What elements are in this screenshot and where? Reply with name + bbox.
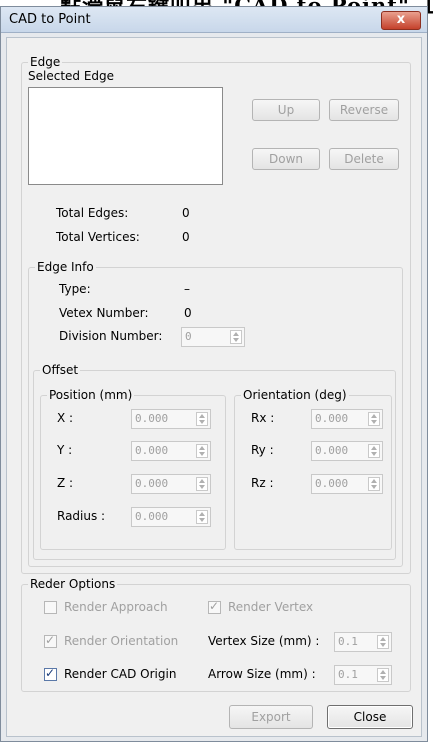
dialog-client-area: Edge Selected Edge Up Reverse Down Delet… [6, 37, 422, 737]
spinner-arrows-icon[interactable] [368, 444, 380, 458]
arrow-size-value: 0.1 [338, 668, 358, 681]
ry-label: Ry : [251, 443, 274, 457]
position-legend: Position (mm) [47, 388, 135, 402]
type-label: Type: [59, 282, 91, 296]
check-icon: ✓ [45, 666, 56, 680]
spinner-arrows-icon[interactable] [196, 510, 208, 524]
reverse-button[interactable]: Reverse [329, 99, 399, 121]
type-value: – [184, 282, 190, 296]
rx-value: 0.000 [315, 412, 349, 425]
division-number-value: 0 [185, 330, 192, 343]
render-vertex-label: Render Vertex [228, 600, 314, 614]
spinner-arrows-icon[interactable] [377, 635, 389, 649]
render-options-group: Reder Options Render Approach ✓ Render V… [21, 577, 411, 692]
title-bar: CAD to Point x [1, 7, 427, 33]
division-number-spinner[interactable]: 0 [181, 327, 245, 347]
edge-group-legend: Edge [28, 55, 63, 69]
ry-spinner[interactable]: 0.000 [311, 441, 383, 461]
x-label: X : [57, 411, 74, 425]
spinner-arrows-icon[interactable] [368, 412, 380, 426]
division-number-label: Division Number: [59, 329, 163, 343]
z-spinner[interactable]: 0.000 [131, 474, 211, 494]
spinner-arrows-icon[interactable] [196, 444, 208, 458]
render-vertex-checkbox[interactable]: ✓ [208, 599, 221, 614]
offset-legend: Offset [40, 363, 81, 377]
spinner-arrows-icon[interactable] [230, 330, 242, 344]
render-options-legend: Reder Options [28, 577, 118, 591]
check-icon: ✓ [45, 633, 56, 647]
vertex-number-value: 0 [184, 306, 192, 320]
x-spinner[interactable]: 0.000 [131, 409, 211, 429]
spinner-arrows-icon[interactable] [377, 668, 389, 682]
total-vertices-value: 0 [182, 230, 190, 244]
y-label: Y : [57, 443, 73, 457]
selected-edge-list[interactable] [28, 87, 223, 185]
radius-value: 0.000 [135, 510, 169, 523]
radius-label: Radius : [57, 509, 106, 523]
vertex-size-spinner[interactable]: 0.1 [334, 632, 392, 652]
window-title: CAD to Point [9, 12, 91, 27]
selected-edge-label: Selected Edge [28, 69, 115, 83]
export-button[interactable]: Export [229, 705, 313, 729]
arrow-size-label: Arrow Size (mm) : [208, 667, 316, 681]
rz-label: Rz : [251, 476, 274, 490]
x-value: 0.000 [135, 412, 169, 425]
rx-spinner[interactable]: 0.000 [311, 409, 383, 429]
close-icon: x [396, 12, 406, 27]
ry-value: 0.000 [315, 444, 349, 457]
orientation-group: Orientation (deg) Rx : 0.000 Ry : 0.000 … [234, 388, 392, 550]
render-cad-origin-label: Render CAD Origin [64, 667, 177, 681]
render-approach-label: Render Approach [64, 600, 168, 614]
delete-button[interactable]: Delete [329, 148, 399, 170]
offset-group: Offset Position (mm) X : 0.000 Y : 0.000… [33, 363, 396, 560]
y-value: 0.000 [135, 444, 169, 457]
vertex-size-label: Vertex Size (mm) : [208, 634, 320, 648]
z-label: Z : [57, 476, 74, 490]
total-vertices-label: Total Vertices: [56, 230, 140, 244]
vertex-size-value: 0.1 [338, 635, 358, 648]
spinner-arrows-icon[interactable] [196, 477, 208, 491]
edge-info-legend: Edge Info [35, 260, 96, 274]
render-cad-origin-checkbox[interactable]: ✓ [44, 666, 57, 681]
cad-to-point-dialog: CAD to Point x Edge Selected Edge Up Rev… [0, 6, 428, 742]
up-button[interactable]: Up [252, 99, 320, 121]
position-group: Position (mm) X : 0.000 Y : 0.000 Z : 0.… [40, 388, 226, 550]
orientation-legend: Orientation (deg) [241, 388, 349, 402]
check-icon: ✓ [209, 599, 220, 613]
render-approach-checkbox[interactable] [44, 601, 57, 614]
rx-label: Rx : [251, 411, 275, 425]
y-spinner[interactable]: 0.000 [131, 441, 211, 461]
edge-info-group: Edge Info Type: – Vetex Number: 0 Divisi… [28, 260, 403, 567]
edge-group: Edge Selected Edge Up Reverse Down Delet… [21, 55, 411, 574]
render-orientation-label: Render Orientation [64, 634, 179, 648]
arrow-size-spinner[interactable]: 0.1 [334, 665, 392, 685]
down-button[interactable]: Down [252, 148, 320, 170]
close-button[interactable]: Close [327, 705, 413, 729]
total-edges-label: Total Edges: [56, 206, 129, 220]
spinner-arrows-icon[interactable] [196, 412, 208, 426]
spinner-arrows-icon[interactable] [368, 477, 380, 491]
render-orientation-checkbox[interactable]: ✓ [44, 633, 57, 648]
total-edges-value: 0 [182, 206, 190, 220]
vertex-number-label: Vetex Number: [59, 306, 149, 320]
rz-spinner[interactable]: 0.000 [311, 474, 383, 494]
rz-value: 0.000 [315, 477, 349, 490]
close-window-button[interactable]: x [381, 11, 421, 30]
radius-spinner[interactable]: 0.000 [131, 507, 211, 527]
z-value: 0.000 [135, 477, 169, 490]
